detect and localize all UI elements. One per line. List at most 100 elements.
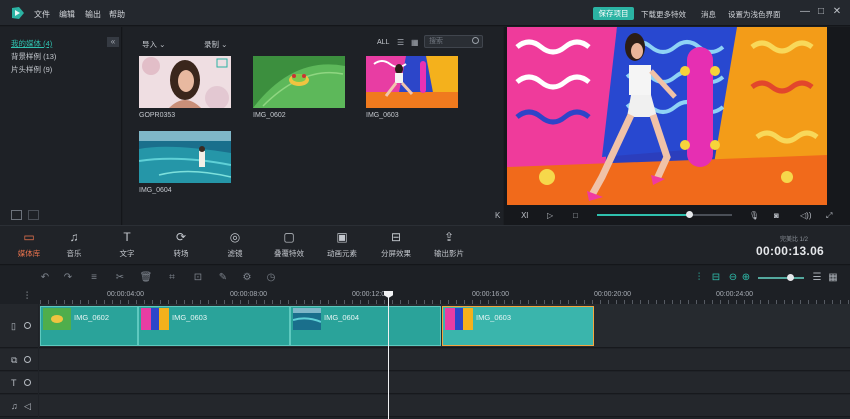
audio-track[interactable] (39, 395, 850, 417)
menu-edit[interactable]: 编辑 (59, 9, 75, 20)
timeline-clip[interactable]: IMG_0602 (40, 306, 138, 346)
text-icon: T (123, 230, 131, 244)
timeline-zoom-slider[interactable] (758, 277, 804, 279)
tab-filters[interactable]: ◎ 滤镜 (213, 231, 257, 259)
volume-track-icon[interactable]: ◁ (24, 400, 34, 412)
media-item-label: IMG_0602 (253, 112, 286, 119)
video-track-header: ▯ (0, 304, 38, 348)
download-effects-link[interactable]: 下载更多特效 (641, 9, 686, 20)
visibility-eye-icon[interactable] (24, 356, 31, 363)
app-logo-icon (12, 7, 24, 19)
close-icon[interactable]: ✕ (831, 5, 843, 19)
tab-music[interactable]: ♫ 音乐 (52, 231, 96, 259)
visibility-eye-icon[interactable] (24, 379, 31, 386)
text-track[interactable] (39, 372, 850, 394)
preview-panel: K Ⅺ ▷ □ 🎙 ◙ ◁)) ⤢ (495, 27, 850, 225)
thumbnail-image (366, 56, 458, 108)
fullscreen-icon[interactable]: ⤢ (826, 211, 832, 221)
timeline-zoom-knob[interactable] (787, 274, 794, 281)
music-track-icon: ♫ (11, 401, 18, 411)
adjust-icon[interactable]: ≡ (87, 271, 101, 285)
collapse-library-button[interactable]: « (107, 37, 119, 47)
media-item-label: IMG_0604 (139, 187, 172, 194)
video-track[interactable]: IMG_0602 IMG_0603 IMG_0604 IMG_0603 (39, 304, 850, 348)
timeline-clip-selected[interactable]: IMG_0603 (442, 306, 594, 346)
fit-timeline-icon[interactable]: ⊟ (709, 271, 723, 285)
clip-thumbnail (43, 308, 71, 330)
zoom-crop-icon[interactable]: ⊡ (191, 271, 205, 285)
preview-viewer (507, 27, 827, 205)
track-grid-icon[interactable]: ▦ (826, 271, 840, 285)
tab-text[interactable]: T 文字 (105, 231, 149, 259)
skip-back-icon[interactable]: K (495, 211, 500, 220)
undo-icon[interactable]: ↶ (38, 271, 52, 285)
timeline-clip[interactable]: IMG_0603 (138, 306, 290, 346)
maximize-icon[interactable]: □ (815, 5, 827, 19)
menu-file[interactable]: 文件 (34, 9, 50, 20)
redo-icon[interactable]: ↷ (61, 271, 75, 285)
timeline-clip[interactable]: IMG_0604 (290, 306, 441, 346)
microphone-icon[interactable]: 🎙 (749, 211, 759, 220)
preview-progress-fill (597, 214, 689, 216)
search-icon[interactable] (472, 37, 479, 44)
audio-mixer-icon[interactable]: ⫶ (692, 271, 706, 285)
play-icon[interactable]: ▷ (547, 211, 553, 220)
media-item-img0603[interactable] (366, 56, 458, 108)
minimize-icon[interactable]: — (799, 5, 811, 19)
record-dropdown[interactable]: 录制 ⌄ (204, 39, 227, 50)
edit-toolbar: ↶ ↷ ≡ ✂ 🗑 ⌗ ⊡ ✎ ⚙ ◷ ⫶ ⊟ ⊖ ⊕ ☰ ▦ (0, 266, 850, 290)
library-item-backgrounds[interactable]: 背景样例 (13) (11, 51, 56, 62)
skip-forward-icon[interactable]: Ⅺ (521, 211, 528, 220)
crop-icon[interactable]: ⌗ (165, 271, 179, 285)
zoom-out-icon[interactable]: ⊖ (726, 271, 740, 285)
pip-track[interactable] (39, 349, 850, 371)
add-folder-icon[interactable] (11, 210, 22, 220)
volume-icon[interactable]: ◁)) (800, 211, 811, 220)
media-panel: « 导入 ⌄ 录制 ⌄ ALL ☰ ▦ 搜索 GOPR0353 IMG_0602… (107, 27, 503, 225)
duration-icon[interactable]: ◷ (264, 271, 278, 285)
tab-transitions[interactable]: ⟳ 转场 (159, 231, 203, 259)
theme-toggle-link[interactable]: 设置为浅色界面 (728, 9, 781, 20)
ruler-label: 00:00:20:00 (594, 291, 631, 298)
speed-icon[interactable]: ⚙ (240, 271, 254, 285)
tab-elements[interactable]: ▣ 动画元素 (320, 231, 364, 259)
playhead[interactable] (388, 293, 389, 419)
library-item-my-media[interactable]: 我的媒体 (4) (11, 38, 52, 49)
filter-all[interactable]: ALL (377, 39, 389, 46)
color-picker-icon[interactable]: ✎ (216, 271, 230, 285)
stop-icon[interactable]: □ (573, 211, 578, 220)
snapshot-icon[interactable]: ◙ (774, 211, 779, 220)
preview-progress-knob[interactable] (685, 211, 693, 218)
delete-folder-icon[interactable] (28, 210, 39, 220)
import-dropdown[interactable]: 导入 ⌄ (142, 39, 165, 50)
library-item-intros[interactable]: 片头样例 (9) (11, 64, 52, 75)
delete-icon[interactable]: 🗑 (139, 271, 153, 285)
tab-overlays[interactable]: ▢ 叠覆特效 (267, 231, 311, 259)
track-list-icon[interactable]: ☰ (810, 271, 824, 285)
list-view-icon[interactable]: ☰ (397, 38, 406, 47)
menu-export[interactable]: 输出 (85, 9, 101, 20)
zoom-in-icon[interactable]: ⊕ (739, 271, 753, 285)
cut-icon[interactable]: ✂ (113, 271, 127, 285)
grid-view-icon[interactable]: ▦ (411, 38, 420, 47)
thumbnail-image (139, 56, 231, 108)
pip-track-header: ⧉ (0, 349, 38, 371)
tab-split-screen[interactable]: ⊟ 分屏效果 (374, 231, 418, 259)
preview-progress-slider[interactable] (597, 211, 732, 218)
tab-media[interactable]: ▭ 媒体库 (7, 231, 51, 259)
snap-icon[interactable]: ⫶ (20, 290, 34, 304)
save-project-button[interactable]: 保存项目 (593, 7, 634, 20)
media-item-gopr0353[interactable] (139, 56, 231, 108)
search-input[interactable]: 搜索 (424, 35, 483, 48)
media-item-img0602[interactable] (253, 56, 345, 108)
timeline-ruler[interactable]: ⫶ 00:00:04:00 00:00:08:00 00:00:12:00 00… (0, 290, 850, 304)
clip-thumbnail (293, 308, 321, 330)
messages-link[interactable]: 消息 (701, 9, 716, 20)
tab-export[interactable]: ⇪ 输出影片 (427, 231, 471, 259)
thumbnail-image (139, 131, 231, 183)
ruler-label: 00:00:12:00 (352, 291, 389, 298)
text-track-header: T (0, 372, 38, 394)
media-item-img0604[interactable] (139, 131, 231, 183)
visibility-eye-icon[interactable] (24, 322, 31, 329)
menu-help[interactable]: 帮助 (109, 9, 125, 20)
